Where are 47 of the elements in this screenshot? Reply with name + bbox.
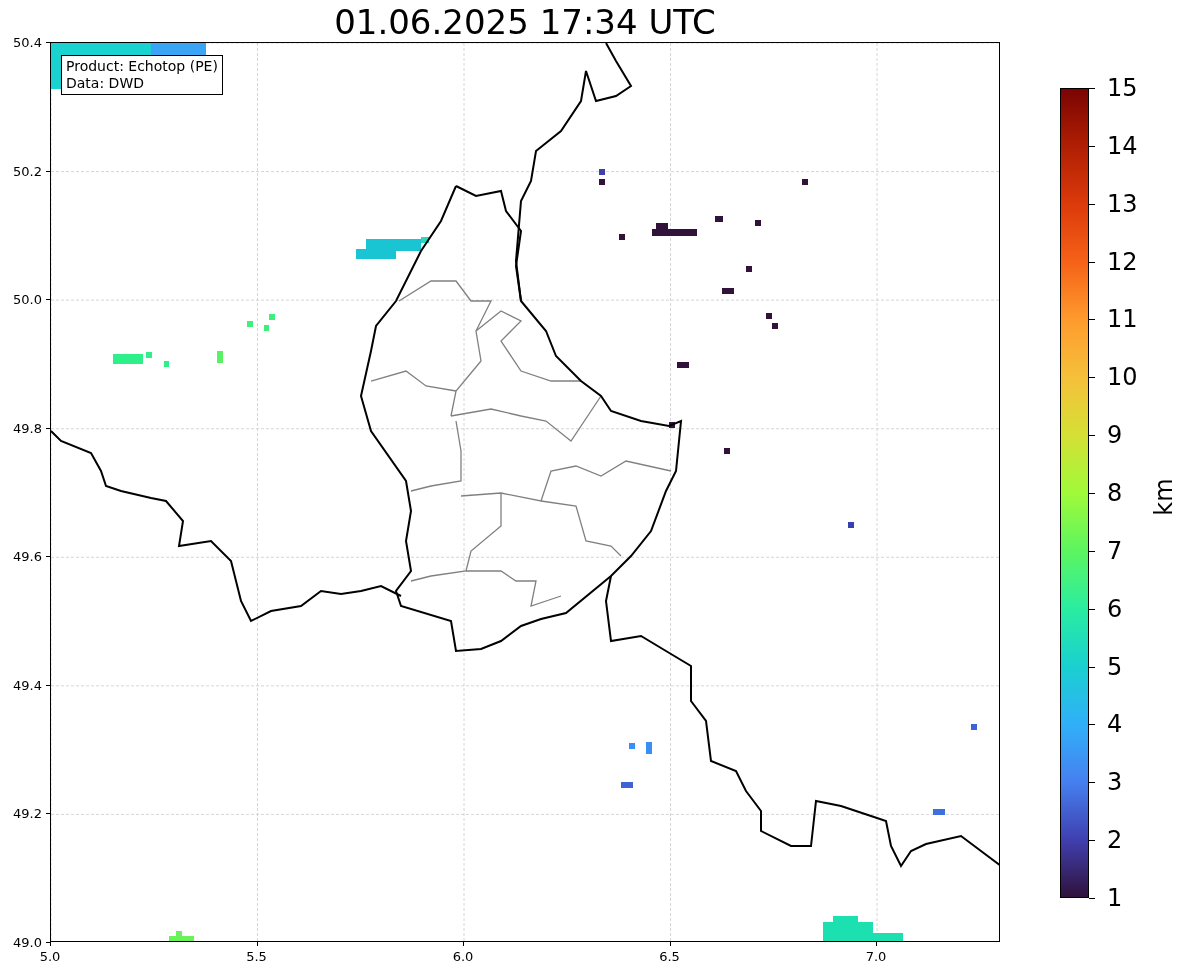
tick-mark: [1089, 666, 1095, 668]
axis-tick-label: 50.4: [13, 34, 42, 50]
colorbar-tick-label: 8: [1107, 479, 1123, 507]
colorbar-tick-label: 10: [1107, 363, 1138, 392]
colorbar-tick-label: 4: [1107, 710, 1123, 739]
colorbar-label: km: [1149, 478, 1178, 516]
axis-tick-label: 49.6: [13, 548, 42, 564]
tick-mark: [1089, 898, 1095, 899]
tick-mark: [1089, 550, 1095, 552]
tick-mark: [1089, 608, 1095, 610]
info-text: Product: Echotop (PE): [66, 58, 218, 75]
axis-tick-label: 50.0: [13, 291, 42, 307]
colorbar-tick-label: 13: [1107, 189, 1138, 218]
colorbar-tick-label: 12: [1107, 247, 1138, 276]
axis-tick-label: 6.0: [452, 949, 474, 964]
colorbar-tick-label: 14: [1107, 131, 1138, 160]
colorbar-tick-label: 5: [1107, 652, 1123, 681]
tick-mark: [1089, 782, 1095, 784]
colorbar-tick-label: 11: [1107, 305, 1138, 334]
chart-title: 01.06.2025 17:34 UTC: [333, 2, 717, 42]
colorbar-tick-label: 1: [1107, 884, 1123, 912]
axis-tick-label: 49.2: [13, 805, 42, 821]
tick-mark: [1089, 724, 1095, 726]
axis-tick-label: 5.5: [246, 949, 267, 964]
axis-tick-label: 6.5: [659, 949, 680, 964]
colorbar-tick-label: 7: [1107, 536, 1123, 565]
tick-mark: [1089, 377, 1095, 379]
tick-mark: [1089, 493, 1095, 494]
colorbar-tick-label: 3: [1107, 768, 1123, 797]
axis-tick-label: 49.0: [13, 934, 42, 950]
axis-tick-label: 49.8: [13, 420, 42, 436]
tick-mark: [1089, 203, 1095, 205]
axis-tick-label: 7.0: [865, 949, 887, 964]
axis-tick-label: 50.2: [13, 163, 42, 179]
tick-mark: [1089, 319, 1095, 321]
tick-mark: [1089, 88, 1095, 89]
info-text: Data: DWD: [66, 75, 145, 92]
tick-mark: [1089, 261, 1095, 263]
axis-tick-label: 49.4: [13, 677, 42, 693]
colorbar-tick-label: 2: [1107, 826, 1123, 855]
tick-mark: [1089, 840, 1095, 842]
colorbar-tick-label: 15: [1107, 74, 1138, 102]
axis-tick-label: 5.0: [39, 949, 61, 964]
tick-mark: [1089, 145, 1095, 147]
colorbar-tick-label: 6: [1107, 594, 1123, 623]
colorbar-tick-label: 9: [1107, 421, 1123, 450]
tick-mark: [1089, 435, 1095, 437]
